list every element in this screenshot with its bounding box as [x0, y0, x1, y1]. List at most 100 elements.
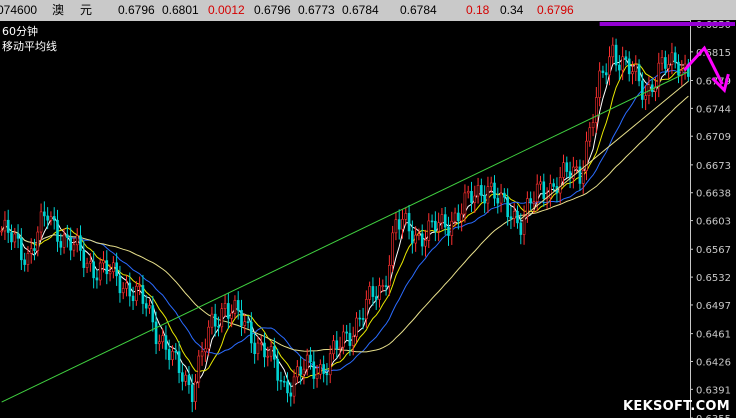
candle-body-39 — [128, 282, 132, 297]
candle-body-196 — [644, 95, 647, 100]
candle-body-117 — [384, 285, 388, 287]
candle-body-122 — [401, 219, 404, 230]
candle-body-51 — [167, 349, 171, 361]
candle-body-143 — [470, 191, 473, 203]
candle-body-155 — [509, 216, 513, 219]
candle-body-20 — [66, 234, 69, 238]
candle-body-45 — [148, 305, 151, 309]
candle-body-23 — [75, 235, 79, 246]
candle-body-42 — [138, 285, 141, 287]
candle-body-33 — [108, 271, 112, 275]
candle-body-168 — [552, 183, 555, 187]
candle-body-13 — [43, 211, 46, 217]
candle-body-126 — [414, 234, 417, 244]
candle-body-60 — [197, 355, 201, 383]
candle-body-65 — [213, 313, 217, 327]
candle-body-2 — [6, 219, 10, 233]
candle-body-86 — [282, 381, 286, 383]
candle-body-58 — [190, 384, 194, 402]
y-tick-label-8: 0.6567 — [696, 245, 731, 256]
candle-body-156 — [512, 211, 516, 219]
candle-body-149 — [489, 182, 493, 187]
candle-body-171 — [562, 162, 565, 178]
candle-body-37 — [121, 288, 125, 294]
candle-body-78 — [256, 342, 260, 355]
candle-body-182 — [598, 70, 601, 98]
y-tick-label-3: 0.6744 — [696, 104, 731, 115]
candle-body-206 — [677, 61, 680, 76]
candle-body-36 — [118, 275, 122, 294]
candle-body-131 — [430, 220, 434, 223]
candle-body-146 — [480, 185, 483, 196]
candle-body-113 — [371, 286, 375, 297]
candle-body-192 — [631, 71, 634, 75]
candle-body-89 — [292, 376, 296, 397]
candle-body-15 — [49, 216, 53, 221]
candle-body-66 — [217, 325, 220, 328]
ma_slow-line — [1, 69, 689, 372]
candle-body-128 — [420, 233, 424, 247]
indicator-label: 移动平均线 — [2, 40, 57, 53]
y-tick-label-4: 0.6709 — [696, 132, 731, 143]
candle-body-96 — [315, 373, 319, 379]
candle-body-135 — [443, 214, 447, 228]
candle-body-125 — [411, 230, 414, 244]
candle-body-148 — [486, 186, 490, 204]
candle-body-132 — [434, 220, 437, 232]
candle-body-159 — [522, 215, 526, 235]
candle-body-162 — [532, 201, 536, 204]
candle-body-185 — [608, 56, 611, 76]
candle-body-21 — [69, 237, 72, 251]
candle-body-116 — [381, 285, 385, 287]
candle-body-163 — [535, 183, 539, 202]
candle-body-25 — [82, 250, 86, 268]
candle-body-177 — [581, 170, 585, 184]
candle-body-3 — [10, 232, 13, 243]
candle-body-157 — [516, 211, 519, 224]
candle-body-110 — [361, 318, 365, 320]
candle-body-84 — [276, 358, 279, 381]
candle-body-191 — [627, 58, 631, 75]
period-label: 60分钟 — [2, 25, 38, 38]
candle-body-138 — [453, 212, 457, 222]
candle-body-112 — [368, 286, 371, 300]
y-tick-label-13: 0.6391 — [696, 385, 731, 396]
candle-body-69 — [227, 303, 230, 319]
candle-body-204 — [670, 52, 674, 65]
candle-body-4 — [13, 233, 17, 243]
candle-body-181 — [595, 97, 598, 123]
candle-body-119 — [391, 232, 394, 266]
candle-body-63 — [207, 326, 210, 350]
candle-body-87 — [286, 381, 289, 394]
candle-body-203 — [667, 64, 670, 69]
candle-body-195 — [641, 80, 644, 100]
candle-body-64 — [210, 313, 214, 328]
candle-body-49 — [161, 335, 164, 343]
candle-body-50 — [164, 335, 168, 350]
candle-body-130 — [427, 220, 431, 241]
candle-body-99 — [325, 373, 329, 376]
candle-body-27 — [89, 261, 92, 264]
candle-body-118 — [388, 265, 391, 287]
y-tick-label-14: 0.6355 — [696, 414, 731, 418]
y-tick-label-5: 0.6673 — [696, 161, 731, 172]
candle-body-38 — [125, 282, 128, 289]
candle-body-46 — [151, 305, 155, 323]
candle-body-136 — [447, 226, 450, 236]
y-tick-label-12: 0.6426 — [696, 357, 731, 368]
candle-body-35 — [115, 262, 118, 277]
candle-body-31 — [102, 260, 105, 264]
candle-body-108 — [355, 317, 358, 337]
candle-body-44 — [144, 303, 148, 309]
candle-body-137 — [450, 220, 454, 236]
ma_fast-line — [1, 58, 689, 388]
candle-body-53 — [174, 350, 178, 353]
candle-body-186 — [611, 44, 615, 58]
candle-body-134 — [440, 214, 444, 224]
candle-body-101 — [332, 340, 335, 355]
candle-body-173 — [568, 171, 572, 179]
candle-body-97 — [319, 364, 322, 375]
candle-body-175 — [575, 166, 578, 169]
candle-body-124 — [407, 213, 411, 232]
candle-body-62 — [204, 348, 207, 353]
